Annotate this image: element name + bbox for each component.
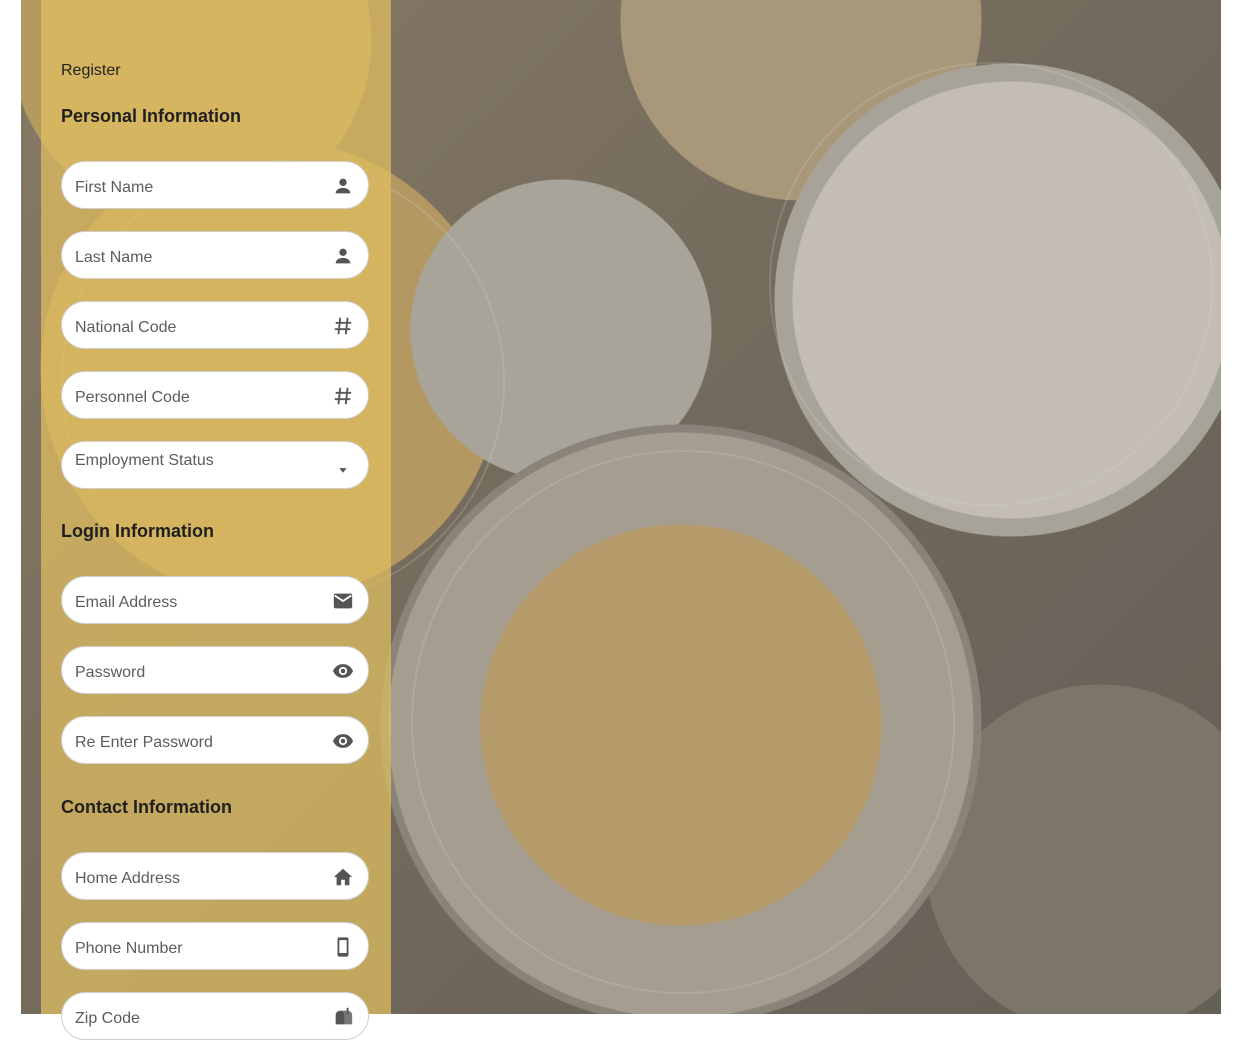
hash-icon: [332, 315, 354, 337]
eye-icon[interactable]: [332, 660, 354, 682]
phone-number-placeholder: Phone Number: [75, 940, 183, 957]
first-name-placeholder: First Name: [75, 179, 154, 196]
zip-code-placeholder: Zip Code: [75, 1010, 140, 1027]
page-title: Register: [61, 62, 121, 79]
person-icon: [332, 175, 354, 197]
home-icon: [332, 866, 354, 888]
person-icon: [332, 245, 354, 267]
personnel-code-placeholder: Personnel Code: [75, 389, 190, 406]
hash-icon: [332, 385, 354, 407]
section-title-contact: Contact Information: [61, 797, 232, 817]
email-placeholder: Email Address: [75, 594, 178, 611]
section-title-login: Login Information: [61, 521, 214, 541]
section-title-personal: Personal Information: [61, 106, 242, 126]
last-name-placeholder: Last Name: [75, 249, 153, 266]
first-name-field[interactable]: First Name: [61, 161, 369, 209]
dropdown-arrow-icon: [332, 459, 354, 481]
mail-icon: [332, 590, 354, 612]
employment-status-placeholder: Employment Status: [75, 452, 214, 469]
national-code-field[interactable]: National Code: [61, 301, 369, 349]
eye-icon[interactable]: [332, 730, 354, 752]
home-address-field[interactable]: Home Address: [61, 852, 369, 900]
phone-icon: [332, 936, 354, 958]
password-field[interactable]: Password: [61, 646, 369, 694]
national-code-placeholder: National Code: [75, 319, 177, 336]
password-placeholder: Password: [75, 664, 146, 681]
employment-status-select[interactable]: Employment Status: [61, 441, 369, 489]
email-field[interactable]: Email Address: [61, 576, 369, 624]
personnel-code-field[interactable]: Personnel Code: [61, 371, 369, 419]
last-name-field[interactable]: Last Name: [61, 231, 369, 279]
phone-number-field[interactable]: Phone Number: [61, 922, 369, 970]
re-enter-password-field[interactable]: Re Enter Password: [61, 716, 369, 764]
re-enter-password-placeholder: Re Enter Password: [75, 734, 213, 751]
zip-code-field[interactable]: Zip Code: [61, 992, 369, 1040]
home-address-placeholder: Home Address: [75, 870, 180, 887]
mailbox-icon: [332, 1006, 354, 1028]
